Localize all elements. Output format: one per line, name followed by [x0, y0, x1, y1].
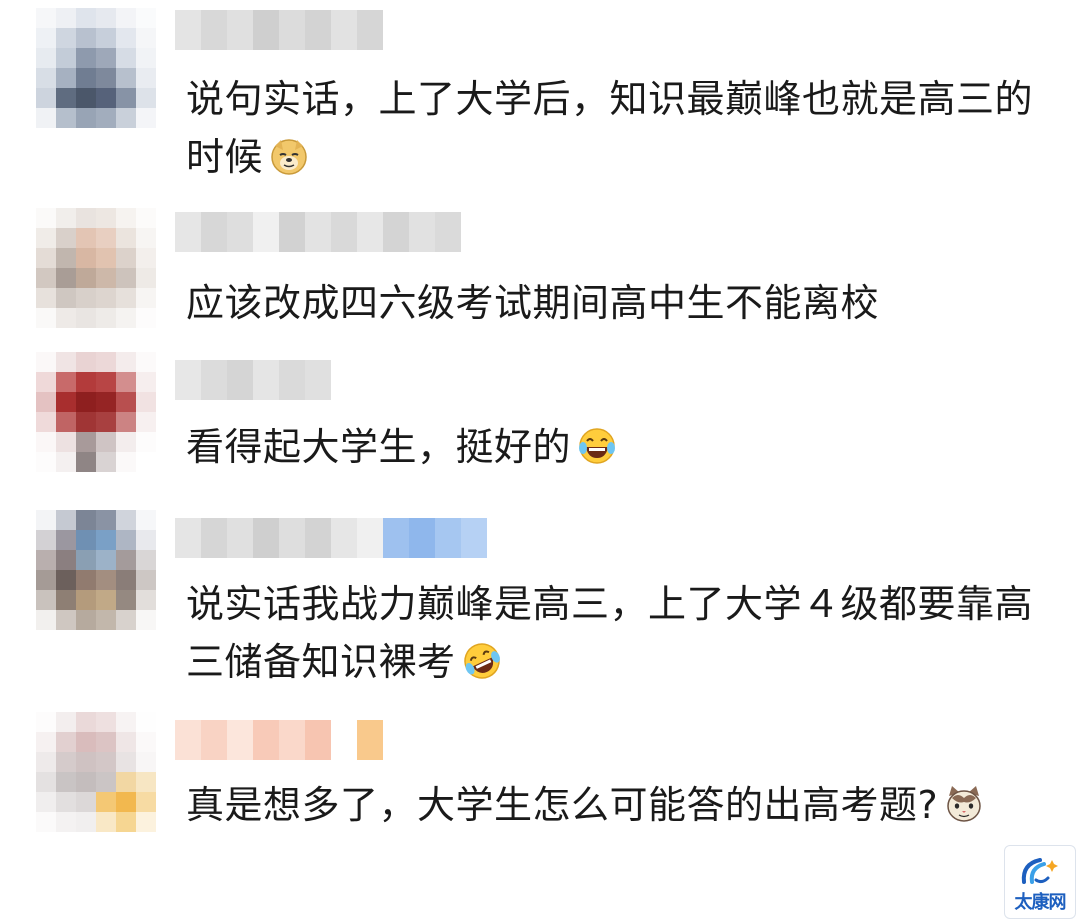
username-blurred[interactable] — [175, 10, 383, 50]
watermark-text: 太康网 — [1014, 892, 1067, 913]
username-blurred[interactable] — [175, 360, 331, 400]
comment-text: 应该改成四六级考试期间高中生不能离校 — [186, 281, 880, 325]
comment-text: 说实话我战力巅峰是高三，上了大学４级都要靠高三储备知识裸考 — [186, 582, 1034, 684]
avatar[interactable] — [36, 208, 156, 328]
avatar[interactable] — [36, 712, 156, 832]
site-watermark: 太康网 — [1004, 845, 1076, 919]
doge-emoji — [271, 139, 307, 175]
cat-face-emoji — [947, 786, 981, 822]
comment-text: 说句实话，上了大学后，知识最巅峰也就是高三的时候 — [186, 77, 1034, 179]
username-blurred[interactable] — [175, 720, 383, 760]
watermark-logo-icon — [1021, 858, 1058, 884]
rofl-emoji — [463, 643, 500, 679]
comment-text: 真是想多了，大学生怎么可能答的出高考题? — [186, 776, 1040, 834]
username-blurred[interactable] — [175, 518, 487, 558]
comment-text: 看得起大学生，挺好的 — [186, 418, 1040, 476]
avatar[interactable] — [36, 352, 156, 472]
laughing-tears-emoji — [579, 428, 616, 464]
username-blurred[interactable] — [175, 212, 461, 252]
avatar[interactable] — [36, 8, 156, 128]
avatar[interactable] — [36, 510, 156, 630]
